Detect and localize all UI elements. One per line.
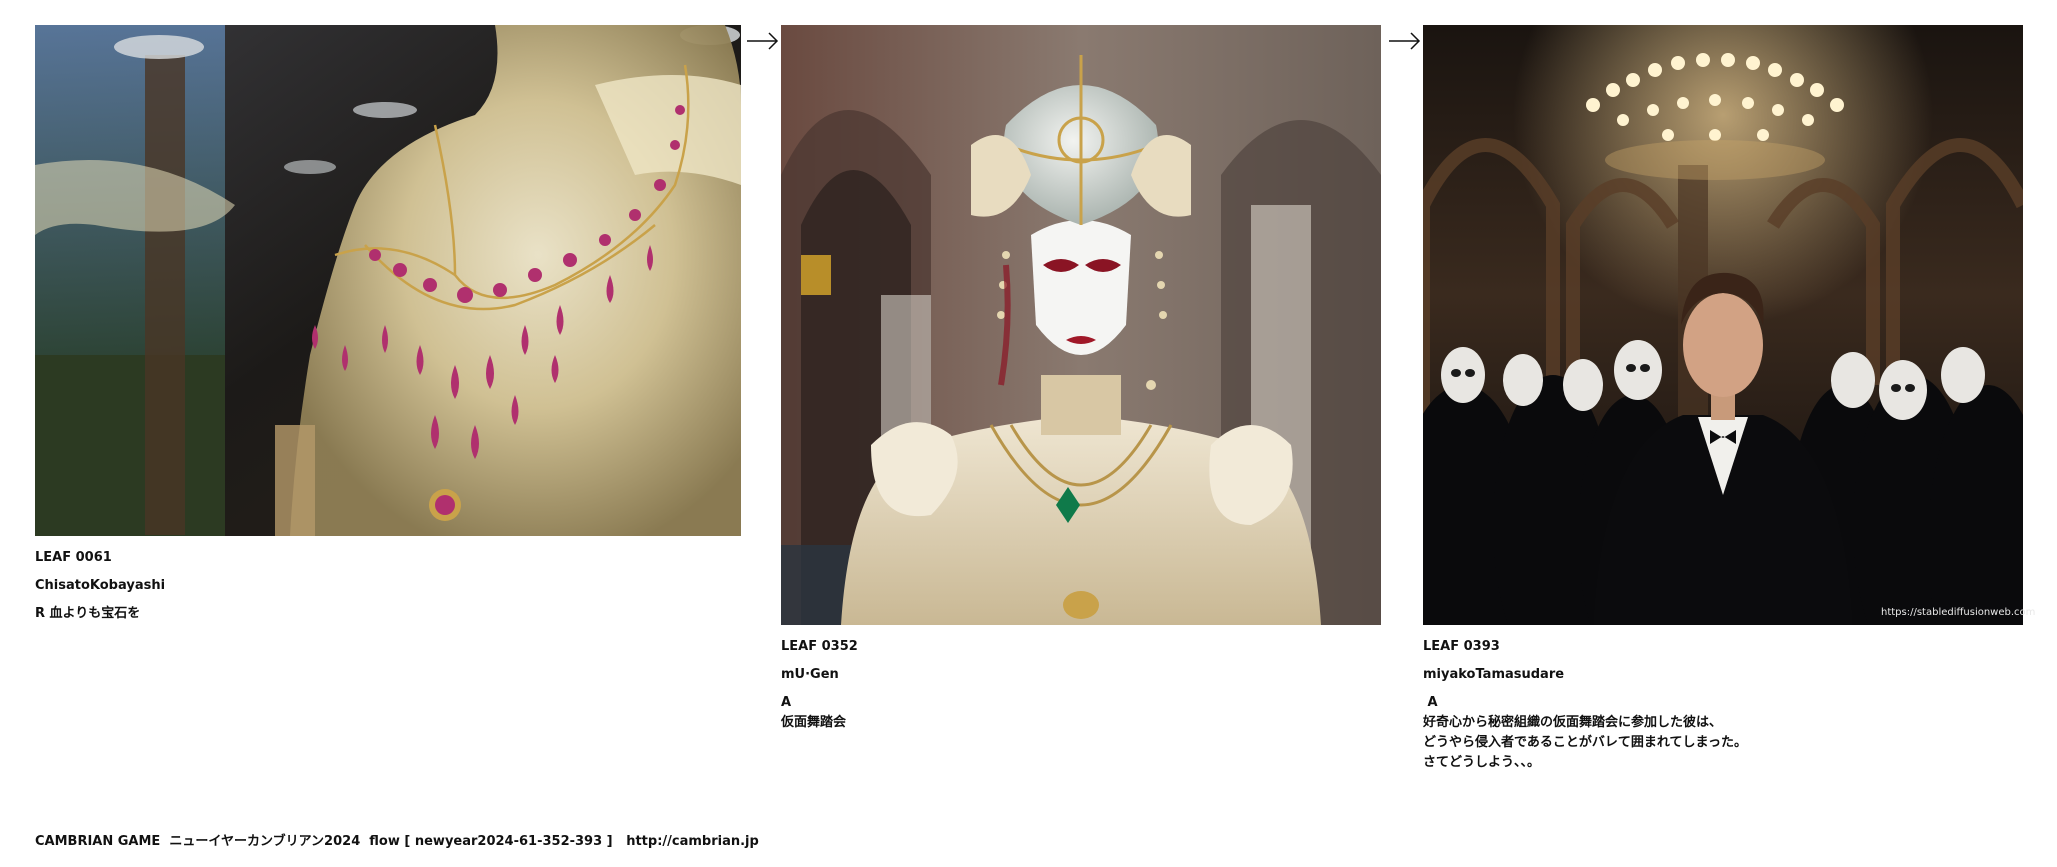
author-name[interactable]: miyakoTamasudare bbox=[1423, 665, 2023, 685]
rating-title: R 血よりも宝石を bbox=[35, 606, 141, 621]
image-watermark: https://stablediffusionweb.com bbox=[1881, 607, 2036, 618]
footer-link[interactable]: http://cambrian.jp bbox=[626, 834, 759, 849]
leaf-id: LEAF 0393 bbox=[1423, 639, 1500, 654]
leaf-image-3[interactable] bbox=[1423, 25, 2023, 625]
footer-text: CAMBRIAN GAME ニューイヤーカンブリアン2024 flow [ ne… bbox=[35, 834, 627, 849]
leaf-comment: 好奇心から秘密組織の仮面舞踏会に参加した彼は、 どうやら侵入者であることがバレて… bbox=[1423, 715, 1747, 770]
leaf-id: LEAF 0352 bbox=[781, 639, 858, 654]
rating: A bbox=[1423, 695, 1438, 710]
leaf-card-2: LEAF 0352 mU·Gen A 仮面舞踏会 bbox=[781, 25, 1381, 733]
leaf-card-1: LEAF 0061 ChisatoKobayashi R 血よりも宝石を bbox=[35, 25, 741, 624]
leaf-id: LEAF 0061 bbox=[35, 550, 112, 565]
masquerade-photo bbox=[1423, 25, 2023, 625]
leaf-comment: 仮面舞踏会 bbox=[781, 715, 847, 730]
necklace-photo bbox=[35, 25, 741, 536]
leaf-image-2[interactable] bbox=[781, 25, 1381, 625]
arrow-right-icon bbox=[745, 30, 781, 52]
masked-figure-photo bbox=[781, 25, 1381, 625]
leaf-card-3: LEAF 0393 miyakoTamasudare A 好奇心から秘密組織の仮… bbox=[1423, 25, 2023, 773]
author-name[interactable]: ChisatoKobayashi bbox=[35, 576, 741, 596]
author-name[interactable]: mU·Gen bbox=[781, 665, 1381, 685]
rating: A bbox=[781, 695, 792, 710]
leaf-image-1[interactable] bbox=[35, 25, 741, 536]
arrow-right-icon bbox=[1387, 30, 1423, 52]
footer: CAMBRIAN GAME ニューイヤーカンブリアン2024 flow [ ne… bbox=[35, 832, 759, 852]
